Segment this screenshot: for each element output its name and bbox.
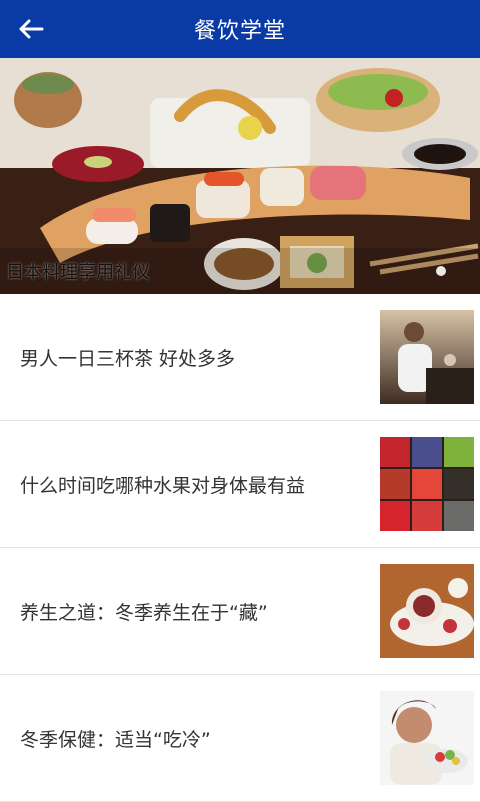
list-item[interactable]: 什么时间吃哪种水果对身体最有益 [0,421,480,548]
list-item[interactable]: 养生之道：冬季养生在于“藏” [0,548,480,675]
article-thumbnail [380,691,474,785]
article-thumbnail [380,437,474,531]
page-title: 餐饮学堂 [193,19,286,44]
article-title: 养生之道：冬季养生在于“藏” [20,602,268,624]
list-item[interactable]: 冬季保健：适当“吃冷” [0,675,480,802]
banner-carousel[interactable]: 日本料理享用礼仪 [0,58,480,294]
winter-dessert-photo [380,564,474,658]
article-list: 男人一日三杯茶 好处多多 什么时间吃哪种水果对身体最有益 养生之道：冬季养生在于… [0,294,480,802]
carousel-dot[interactable] [436,266,446,276]
list-item[interactable]: 男人一日三杯茶 好处多多 [0,294,480,421]
banner-caption: 日本料理享用礼仪 [6,262,150,283]
man-drinking-tea-photo [380,310,474,404]
article-title: 冬季保健：适当“吃冷” [20,729,211,751]
article-thumbnail [380,310,474,404]
article-thumbnail [380,564,474,658]
woman-eating-salad-photo [380,691,474,785]
carousel-pager [436,266,446,276]
app-bar: 餐饮学堂 [0,0,480,58]
article-title: 什么时间吃哪种水果对身体最有益 [20,475,306,497]
article-title: 男人一日三杯茶 好处多多 [20,348,236,370]
fruit-grid-photo [380,437,474,531]
